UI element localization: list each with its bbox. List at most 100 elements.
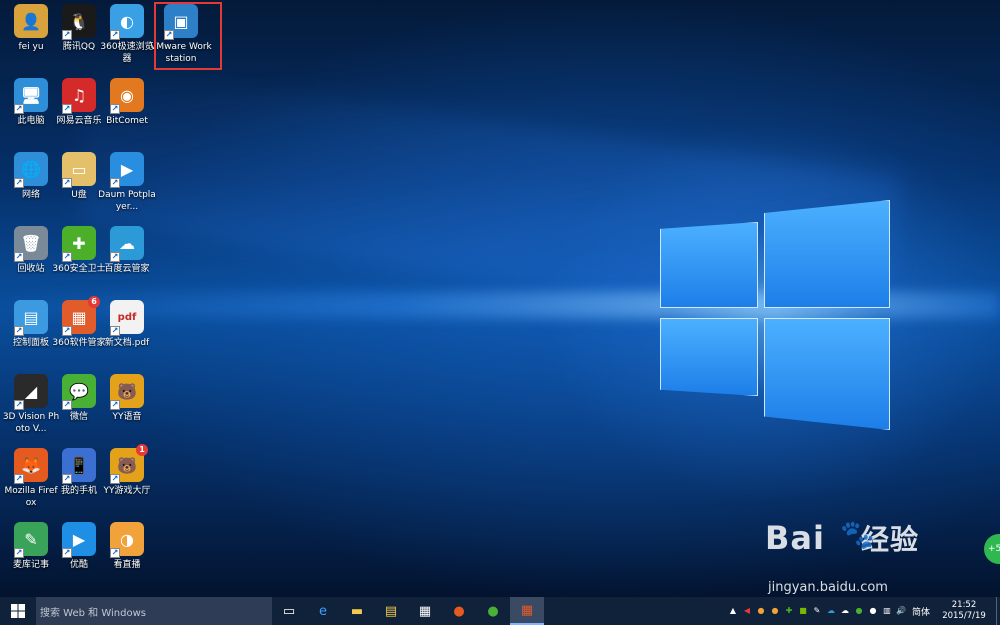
tray-note-icon[interactable]: ✎ (811, 605, 823, 617)
this-pc-icon: 🖥 ↗ (14, 78, 48, 114)
task-view-icon: ▭ (282, 603, 296, 619)
tray-nvidia-icon[interactable]: ■ (797, 605, 809, 617)
360-security-icon: ✚ ↗ (62, 226, 96, 262)
shortcut-arrow-icon: ↗ (14, 178, 24, 188)
taskbar-wechat-button[interactable]: ● (476, 597, 510, 625)
firefox-icon: 🦊 ↗ (14, 448, 48, 484)
show-hidden-icon[interactable]: ▲ (727, 605, 739, 617)
baidu-watermark-url: jingyan.baidu.com (768, 580, 888, 595)
tray-red-icon[interactable]: ◀ (741, 605, 753, 617)
taskbar-clock[interactable]: 21:52 2015/7/19 (938, 600, 990, 622)
taskbar-360-software-button[interactable]: ▦ (510, 597, 544, 625)
youku-icon: ▶ ↗ (62, 522, 96, 558)
tray-network-icon[interactable]: ▥ (881, 605, 893, 617)
tray-game-icon[interactable]: ● (769, 605, 781, 617)
potplayer-icon: ▶ ↗ (110, 152, 144, 188)
desktop-icon-label: 看直播 (113, 560, 141, 570)
windows-logo-pane-bottom-left (660, 318, 758, 396)
shortcut-arrow-icon: ↗ (14, 104, 24, 114)
desktop-icon-label: 百度云管家 (104, 264, 150, 274)
desktop-icon-label: Daum Potplayer... (98, 190, 156, 212)
tray-cloud2-icon[interactable]: ☁ (839, 605, 851, 617)
shortcut-arrow-icon: ↗ (14, 400, 24, 410)
start-button[interactable] (0, 597, 36, 625)
windows-start-icon (11, 604, 25, 618)
system-tray: ▲ ◀ ● ● ✚ ■ ✎ ☁ ☁ ● ● ▥ 🔊 简体 21:52 2015/7/19 (726, 597, 1000, 625)
shortcut-arrow-icon: ↗ (110, 252, 120, 262)
vmware-highlight-box (154, 2, 222, 70)
shortcut-arrow-icon: ↗ (110, 548, 120, 558)
bitcomet-icon: ◉ ↗ (110, 78, 144, 114)
tray-360-icon[interactable]: ✚ (783, 605, 795, 617)
shortcut-arrow-icon: ↗ (14, 474, 24, 484)
shortcut-arrow-icon: ↗ (62, 326, 72, 336)
wechat-icon: 💬 ↗ (62, 374, 96, 410)
3d-vision-icon: ◢ ↗ (14, 374, 48, 410)
shortcut-arrow-icon: ↗ (62, 400, 72, 410)
desktop-icon-label: YY语音 (112, 412, 142, 422)
recycle-bin-icon: 🗑 ↗ (14, 226, 48, 262)
usb-folder-icon: ▭ ↗ (62, 152, 96, 188)
tray-qq-icon[interactable]: ● (867, 605, 879, 617)
desktop-icon-yy-game[interactable]: 🐻 ↗ 1 YY游戏大厅 (98, 444, 156, 497)
windows-logo-pane-top-left (660, 222, 758, 308)
netease-music-icon: ♫ ↗ (62, 78, 96, 114)
floating-plus-button[interactable]: +5 (984, 534, 1000, 564)
360-software-icon: ▦ ↗ 6 (62, 296, 100, 336)
network-icon: 🌐 ↗ (14, 152, 48, 188)
desktop-icon-label: 新文档.pdf (104, 338, 150, 348)
ime-indicator[interactable]: 简体 (912, 605, 930, 618)
shortcut-arrow-icon: ↗ (110, 30, 120, 40)
show-desktop-button[interactable] (996, 597, 1000, 625)
taskbar-search-box[interactable]: 搜索 Web 和 Windows (36, 597, 272, 625)
search-placeholder: 搜索 Web 和 Windows (40, 607, 146, 619)
explorer-icon: ▬ (350, 603, 364, 619)
desktop-icon-pdf-file[interactable]: pdf ↗ 新文档.pdf (98, 300, 156, 349)
notification-badge: 1 (136, 444, 148, 456)
tray-orange-icon[interactable]: ● (755, 605, 767, 617)
shortcut-arrow-icon: ↗ (14, 252, 24, 262)
desktop-icon-potplayer[interactable]: ▶ ↗ Daum Potplayer... (98, 152, 156, 213)
shortcut-arrow-icon: ↗ (110, 104, 120, 114)
baidu-cloud-icon: ☁ ↗ (110, 226, 144, 262)
live-stream-icon: ◑ ↗ (110, 522, 144, 558)
tray-wechat-icon[interactable]: ● (853, 605, 865, 617)
desktop-icon-live-stream[interactable]: ◑ ↗ 看直播 (98, 522, 156, 571)
shortcut-arrow-icon: ↗ (62, 548, 72, 558)
taskbar-firefox-button[interactable]: ● (442, 597, 476, 625)
tray-icons: ▲ ◀ ● ● ✚ ■ ✎ ☁ ☁ ● ● ▥ 🔊 (726, 605, 908, 617)
baidu-paw-icon: 🐾 (840, 518, 875, 551)
user-folder-icon: 👤 (14, 4, 48, 38)
taskbar-edge-button[interactable]: e (306, 597, 340, 625)
maiku-notes-icon: ✎ ↗ (14, 522, 48, 558)
tray-cloud-icon[interactable]: ☁ (825, 605, 837, 617)
360-software-icon: ▦ (520, 602, 534, 618)
wechat-icon: ● (487, 603, 499, 619)
my-phone-icon: 📱 ↗ (62, 448, 96, 484)
shortcut-arrow-icon: ↗ (62, 104, 72, 114)
clock-date: 2015/7/19 (942, 611, 986, 621)
taskbar-store-button[interactable]: ▦ (408, 597, 442, 625)
tray-volume-icon[interactable]: 🔊 (895, 605, 907, 617)
taskbar-task-view-button[interactable]: ▭ (272, 597, 306, 625)
edge-icon: e (319, 603, 327, 619)
360-browser-icon: ◐ ↗ (110, 4, 144, 40)
desktop-icon-label: BitComet (106, 116, 148, 126)
shortcut-arrow-icon: ↗ (62, 178, 72, 188)
taskbar-explorer-button[interactable]: ▬ (340, 597, 374, 625)
taskbar-file-explorer-button[interactable]: ▤ (374, 597, 408, 625)
desktop-icon-baidu-cloud[interactable]: ☁ ↗ 百度云管家 (98, 226, 156, 275)
desktop-icon-label: YY游戏大厅 (103, 486, 151, 496)
shortcut-arrow-icon: ↗ (62, 252, 72, 262)
shortcut-arrow-icon: ↗ (62, 30, 72, 40)
shortcut-arrow-icon: ↗ (62, 474, 72, 484)
file-explorer-icon: ▤ (384, 603, 398, 619)
desktop-icon-yy-voice[interactable]: 🐻 ↗ YY语音 (98, 374, 156, 423)
desktop-icon-bitcomet[interactable]: ◉ ↗ BitComet (98, 78, 156, 127)
control-panel-icon: ▤ ↗ (14, 300, 48, 336)
shortcut-arrow-icon: ↗ (110, 326, 120, 336)
shortcut-arrow-icon: ↗ (110, 178, 120, 188)
windows-logo-pane-top-right (764, 200, 890, 308)
pdf-file-icon: pdf ↗ (110, 300, 144, 336)
firefox-icon: ● (453, 603, 465, 619)
